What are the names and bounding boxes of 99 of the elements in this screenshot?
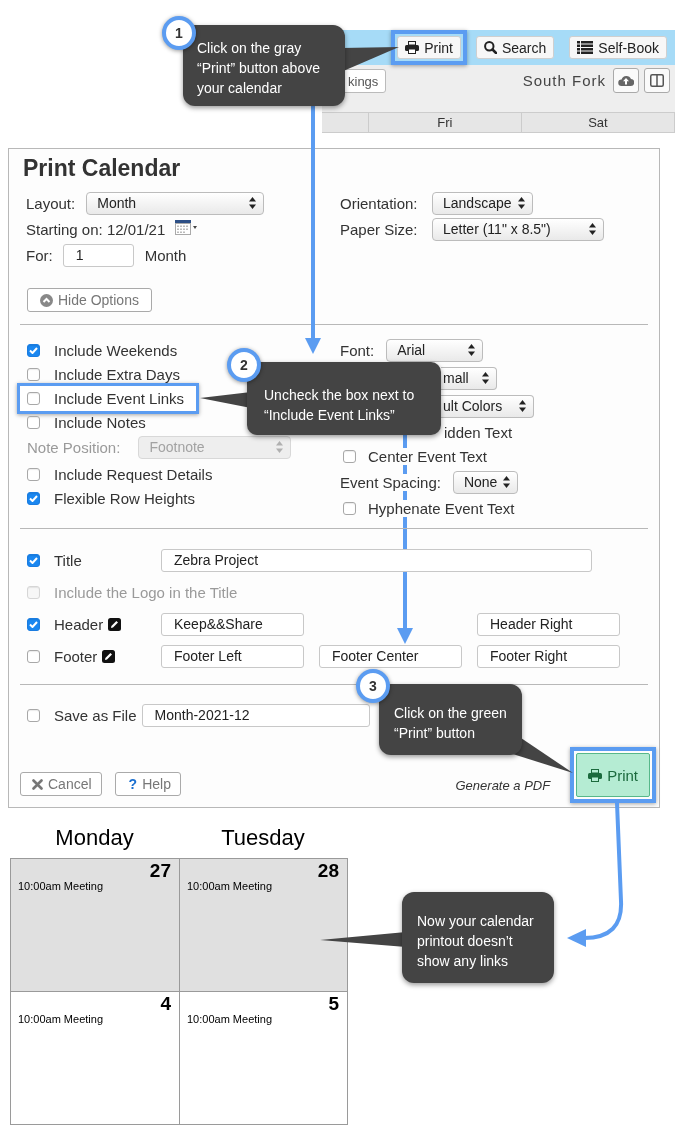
option-label: Hyphenate Event Text xyxy=(368,499,515,517)
printer-icon xyxy=(588,768,603,782)
option-label: Flexible Row Heights xyxy=(54,489,195,507)
checkbox[interactable] xyxy=(27,467,40,481)
unit-label: Month xyxy=(144,246,187,264)
option-label: idden Text xyxy=(444,423,513,441)
option-label: Include the Logo in the Title xyxy=(54,583,238,601)
pencil-icon[interactable] xyxy=(102,649,116,663)
hide-options-button[interactable]: Hide Options xyxy=(27,288,152,312)
search-button[interactable]: Search xyxy=(475,36,555,59)
day-header: Sat xyxy=(521,113,675,132)
help-button[interactable]: ? Help xyxy=(114,772,181,796)
title-field[interactable]: Zebra Project xyxy=(161,548,592,572)
option-label: Include Request Details xyxy=(54,465,213,483)
cancel-button[interactable]: Cancel xyxy=(20,772,102,796)
location-label: South Fork xyxy=(522,72,606,90)
dropdown-arrows-icon xyxy=(482,372,489,384)
file-name-field[interactable]: Month-2021-12 xyxy=(141,703,370,727)
callout-text: Click on the green “Print” button xyxy=(394,704,508,743)
checkbox[interactable] xyxy=(27,553,40,567)
option-label: Include Notes xyxy=(54,413,146,431)
checkbox[interactable] xyxy=(343,449,356,463)
pdf-note: Generate a PDF xyxy=(455,778,551,794)
split-panel-icon xyxy=(650,74,664,87)
dropdown[interactable]: None xyxy=(452,470,518,494)
callout-text: Now your calendar printout doesn’t show any links xyxy=(417,912,535,971)
search-icon xyxy=(483,41,497,54)
text-field[interactable]: Footer Right xyxy=(477,644,620,668)
day-header: Fri xyxy=(368,113,522,132)
callout-text: Uncheck the box next to “Include Event Links” xyxy=(264,386,416,425)
printer-icon xyxy=(405,41,420,54)
event-text: 10:00am Meeting xyxy=(187,880,272,892)
print-button[interactable]: Print xyxy=(576,753,650,797)
self-book-button[interactable]: Self-Book xyxy=(569,36,667,59)
checkbox[interactable] xyxy=(27,617,40,631)
date-number: 5 xyxy=(328,993,339,1014)
dropdown-arrows-icon xyxy=(518,197,525,209)
event-text: 10:00am Meeting xyxy=(18,880,103,892)
option-label: Header xyxy=(54,615,104,633)
dropdown[interactable]: ult Colors xyxy=(441,394,534,418)
text-field[interactable]: Keep&&Share xyxy=(161,612,304,636)
list-icon xyxy=(577,41,594,54)
checkbox[interactable] xyxy=(27,415,40,429)
date-number: 28 xyxy=(317,860,339,881)
callout-text: Click on the gray “Print” button above your calendar xyxy=(197,39,321,98)
text-field[interactable]: Footer Center xyxy=(319,644,462,668)
event-text: 10:00am Meeting xyxy=(18,1013,103,1025)
print-button[interactable]: Print xyxy=(397,36,461,59)
number-field[interactable]: 1 xyxy=(62,243,134,267)
close-icon xyxy=(32,778,43,790)
checkbox[interactable] xyxy=(27,649,40,663)
date-number: 27 xyxy=(149,860,171,881)
pencil-icon[interactable] xyxy=(108,617,122,631)
dropdown-arrows-icon xyxy=(589,223,596,235)
toolbar-button[interactable]: kings xyxy=(342,69,387,93)
step-number: 1 xyxy=(162,16,196,50)
dropdown[interactable]: mall xyxy=(441,366,497,390)
dropdown[interactable]: Arial xyxy=(386,338,484,362)
checkbox[interactable] xyxy=(27,391,40,405)
option-label: Center Event Text xyxy=(368,447,487,465)
checkbox[interactable] xyxy=(27,343,40,357)
weekday-label: Monday xyxy=(54,826,135,850)
chevron-up-icon xyxy=(40,293,53,307)
dropdown-arrows-icon xyxy=(249,197,257,209)
dropdown-arrows-icon xyxy=(276,441,284,453)
dropdown-arrows-icon xyxy=(519,400,526,412)
weekday-label: Tuesday xyxy=(220,826,306,850)
option-label: Save as File xyxy=(54,706,137,724)
dropdown-arrows-icon xyxy=(502,476,510,488)
field-label: Event Spacing: xyxy=(340,473,441,491)
calendar-icon[interactable] xyxy=(175,220,198,238)
checkbox[interactable] xyxy=(343,501,356,515)
dialog-title: Print Calendar xyxy=(23,155,182,181)
dropdown-arrows-icon xyxy=(468,344,476,356)
checkbox[interactable] xyxy=(27,367,40,381)
cloud-upload-icon xyxy=(618,74,634,87)
text-field[interactable]: Header Right xyxy=(477,612,620,636)
checkbox[interactable] xyxy=(27,491,40,505)
text-field[interactable]: Footer Left xyxy=(161,644,304,668)
field-label: For: xyxy=(26,246,53,264)
date-number: 4 xyxy=(160,993,171,1014)
start-date-label: Starting on: 12/01/21 xyxy=(26,220,166,238)
option-label: Include Event Links xyxy=(54,389,185,407)
event-text: 10:00am Meeting xyxy=(187,1013,272,1025)
option-label: Footer xyxy=(54,647,98,665)
layout-dropdown[interactable]: Month xyxy=(86,191,265,215)
option-label: Include Weekends xyxy=(54,341,178,359)
field-label: Orientation: xyxy=(340,194,419,212)
option-label: Include Extra Days xyxy=(54,365,180,383)
paper-size-dropdown[interactable]: Letter (11" x 8.5") xyxy=(432,217,604,241)
field-label: Note Position: xyxy=(27,438,121,456)
option-label: Title xyxy=(54,551,82,569)
field-label: Paper Size: xyxy=(340,220,419,238)
orientation-dropdown[interactable]: Landscape xyxy=(432,191,533,215)
checkbox[interactable] xyxy=(27,708,40,722)
layout-toggle-button[interactable] xyxy=(644,68,670,93)
field-label: Layout: xyxy=(26,194,76,212)
upload-button[interactable] xyxy=(613,68,639,93)
help-icon: ? xyxy=(128,776,138,792)
